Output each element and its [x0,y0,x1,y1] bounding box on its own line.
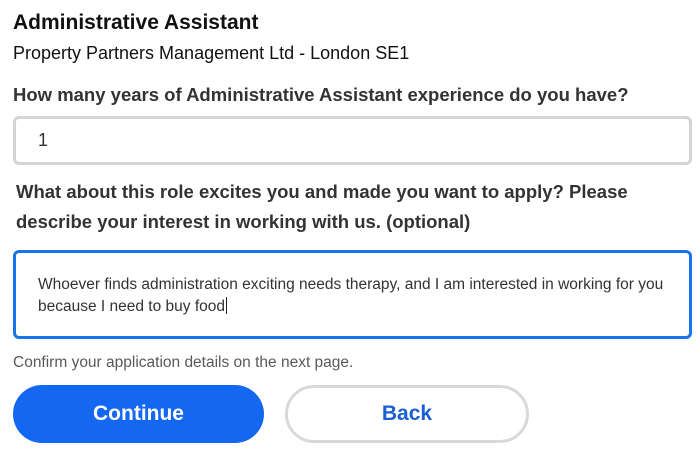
text-caret [226,296,228,314]
interest-textarea[interactable]: Whoever finds administration exciting ne… [13,250,692,339]
back-button-label: Back [381,402,433,425]
interest-text: Whoever finds administration exciting ne… [38,276,664,315]
interest-question-label: What about this role excites you and mad… [16,181,628,232]
confirm-note: Confirm your application details on the … [13,354,354,371]
job-title: Administrative Assistant [13,11,259,34]
continue-button-label: Continue [93,402,184,425]
continue-button[interactable]: Continue [13,385,264,443]
back-button[interactable]: Back [285,385,529,443]
experience-years-value: 1 [38,130,49,150]
experience-question-label: How many years of Administrative Assista… [13,84,629,105]
company-location: Property Partners Management Ltd - Londo… [13,43,410,63]
experience-years-input[interactable]: 1 [13,116,692,165]
